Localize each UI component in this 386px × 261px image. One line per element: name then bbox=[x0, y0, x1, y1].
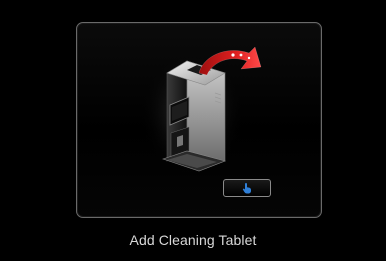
instruction-caption: Add Cleaning Tablet bbox=[129, 232, 257, 248]
touch-icon bbox=[242, 182, 252, 194]
confirm-button[interactable] bbox=[223, 179, 271, 197]
cleaning-screen: Add Cleaning Tablet bbox=[0, 0, 386, 261]
coffee-machine-with-tablet-icon bbox=[137, 33, 267, 183]
instruction-panel bbox=[76, 22, 322, 218]
